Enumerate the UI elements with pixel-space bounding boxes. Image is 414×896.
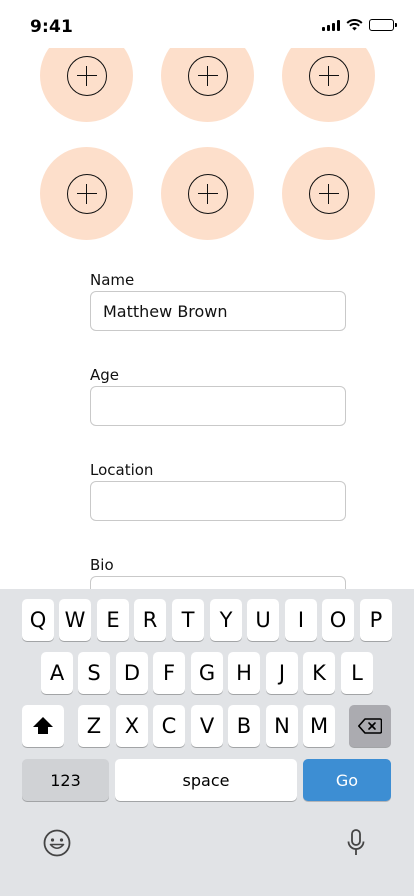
shift-key[interactable] xyxy=(22,705,64,747)
key-x[interactable]: X xyxy=(116,705,148,747)
location-label: Location xyxy=(90,461,154,479)
battery-icon xyxy=(369,19,397,31)
key-i[interactable]: I xyxy=(285,599,317,641)
key-l[interactable]: L xyxy=(341,652,373,694)
key-o[interactable]: O xyxy=(322,599,354,641)
backspace-icon xyxy=(358,718,382,734)
key-r[interactable]: R xyxy=(134,599,166,641)
key-u[interactable]: U xyxy=(247,599,279,641)
key-h[interactable]: H xyxy=(228,652,260,694)
emoji-icon[interactable] xyxy=(43,829,71,857)
plus-circle-icon xyxy=(187,55,228,96)
go-key[interactable]: Go xyxy=(303,759,391,801)
numbers-key[interactable]: 123 xyxy=(22,759,109,801)
wifi-icon xyxy=(346,19,363,31)
status-time: 9:41 xyxy=(30,17,74,37)
key-j[interactable]: J xyxy=(266,652,298,694)
key-t[interactable]: T xyxy=(172,599,204,641)
plus-circle-icon xyxy=(308,55,349,96)
plus-circle-icon xyxy=(66,173,107,214)
name-label: Name xyxy=(90,271,135,289)
key-v[interactable]: V xyxy=(191,705,223,747)
delete-key[interactable] xyxy=(349,705,391,747)
bio-label: Bio xyxy=(90,556,114,574)
key-e[interactable]: E xyxy=(97,599,129,641)
key-b[interactable]: B xyxy=(228,705,260,747)
add-photo-slot-5[interactable] xyxy=(161,147,254,240)
plus-circle-icon xyxy=(66,55,107,96)
key-z[interactable]: Z xyxy=(78,705,110,747)
age-label: Age xyxy=(90,366,120,384)
key-s[interactable]: S xyxy=(78,652,110,694)
add-photo-slot-4[interactable] xyxy=(40,147,133,240)
key-g[interactable]: G xyxy=(191,652,223,694)
name-field[interactable] xyxy=(90,291,346,331)
add-photo-slot-6[interactable] xyxy=(282,147,375,240)
on-screen-keyboard: Q W E R T Y U I O P A S D F G H J K L Z … xyxy=(0,589,414,896)
space-key[interactable]: space xyxy=(115,759,297,801)
key-f[interactable]: F xyxy=(153,652,185,694)
plus-circle-icon xyxy=(308,173,349,214)
microphone-icon[interactable] xyxy=(346,829,366,857)
location-field[interactable] xyxy=(90,481,346,521)
key-n[interactable]: N xyxy=(266,705,298,747)
cellular-signal-icon xyxy=(322,19,340,31)
key-a[interactable]: A xyxy=(41,652,73,694)
status-icons xyxy=(322,19,397,31)
key-d[interactable]: D xyxy=(116,652,148,694)
key-y[interactable]: Y xyxy=(210,599,242,641)
age-field[interactable] xyxy=(90,386,346,426)
status-bar: 9:41 xyxy=(0,0,414,48)
shift-icon xyxy=(33,717,53,735)
key-m[interactable]: M xyxy=(303,705,335,747)
plus-circle-icon xyxy=(187,173,228,214)
key-p[interactable]: P xyxy=(360,599,392,641)
key-w[interactable]: W xyxy=(59,599,91,641)
key-k[interactable]: K xyxy=(303,652,335,694)
key-c[interactable]: C xyxy=(153,705,185,747)
key-q[interactable]: Q xyxy=(22,599,54,641)
